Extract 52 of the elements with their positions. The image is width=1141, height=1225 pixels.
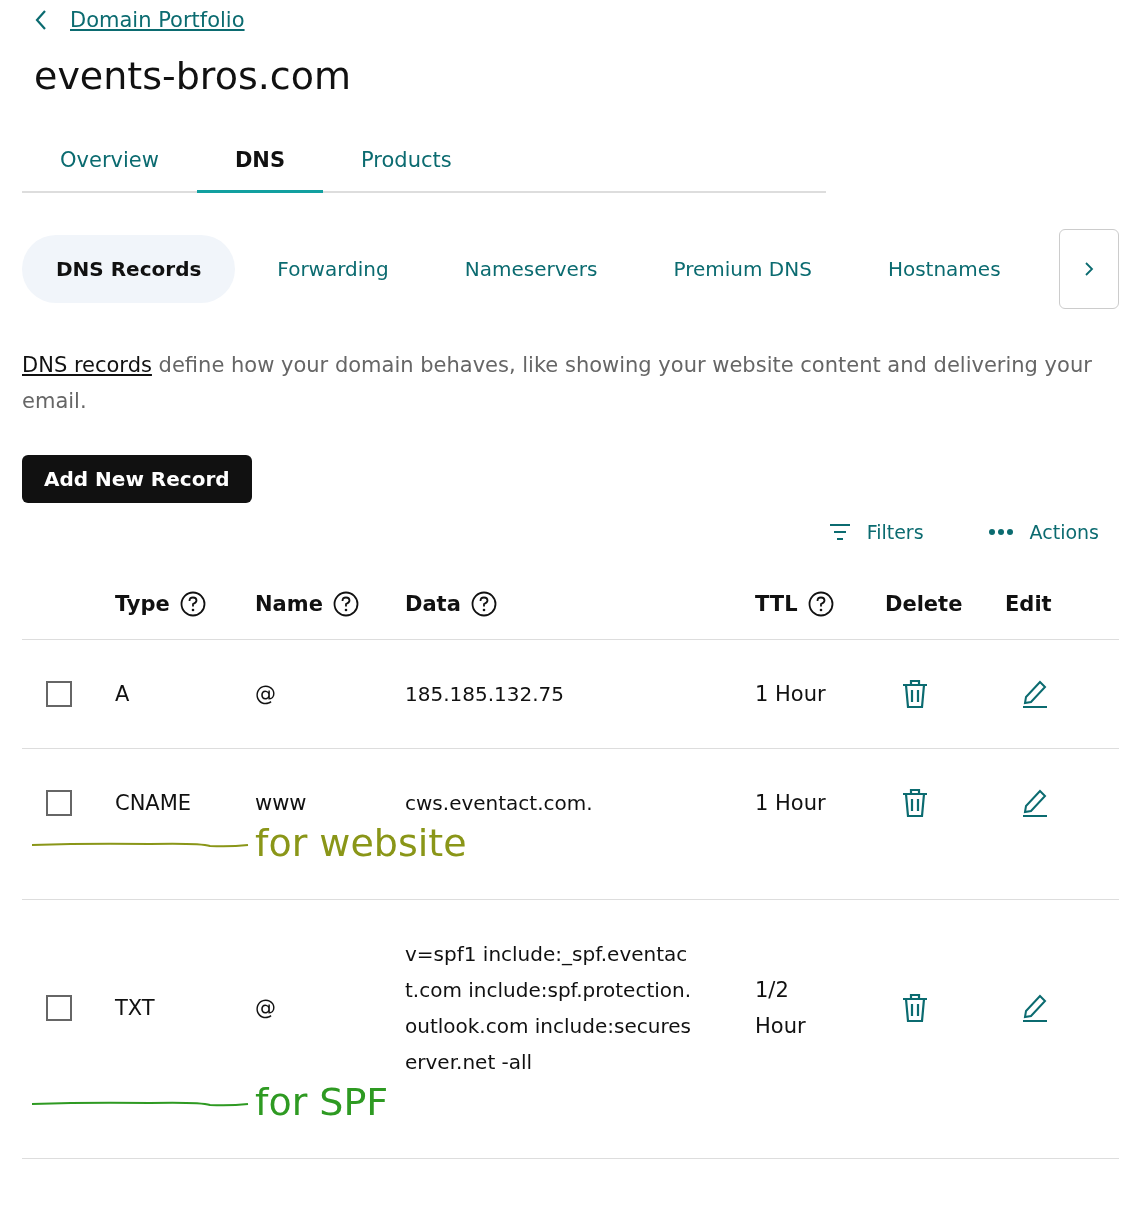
table-cell: @	[255, 996, 276, 1020]
help-icon[interactable]	[179, 591, 206, 617]
subtab[interactable]: Nameservers	[430, 235, 632, 303]
table-cell: TXT	[115, 996, 155, 1020]
trash-icon[interactable]	[901, 993, 929, 1023]
handwritten-note: for SPF	[255, 1082, 390, 1122]
tab[interactable]: DNS	[196, 136, 323, 193]
dns-records-link[interactable]: DNS records	[22, 353, 152, 377]
checkbox[interactable]	[46, 681, 72, 707]
help-icon[interactable]	[332, 591, 359, 617]
column-header: Type	[115, 592, 170, 616]
column-header: Name	[255, 592, 323, 616]
table-cell-text: cws.eventact.com.	[405, 790, 594, 817]
help-icon[interactable]	[470, 591, 497, 617]
pencil-icon[interactable]	[1021, 788, 1049, 818]
column-header: Data	[405, 592, 461, 616]
actions-button[interactable]: Actions	[1029, 521, 1099, 543]
checkbox[interactable]	[46, 790, 72, 816]
column-header: TTL	[755, 592, 798, 616]
trash-icon[interactable]	[901, 679, 929, 709]
table-cell-text: 1 Hour	[755, 790, 827, 817]
pencil-icon[interactable]	[1021, 993, 1049, 1023]
table-cell-text: 1 Hour	[755, 681, 827, 708]
chevron-right-icon	[1083, 261, 1095, 277]
handwritten-note: for website	[255, 823, 468, 863]
subtab[interactable]: Hostnames	[853, 235, 1035, 303]
checkbox[interactable]	[46, 995, 72, 1021]
back-icon[interactable]	[34, 9, 48, 31]
table-cell: www	[255, 791, 307, 815]
table-cell-text: 1/2 Hour	[755, 977, 807, 1040]
table-cell: CNAME	[115, 791, 192, 815]
table-cell: @	[255, 682, 276, 706]
table-cell-text: v=spf1 include:_spf.eventact.com include:spf.protection.outlook.com include:secureserver.net -all	[405, 941, 693, 1076]
table-cell-text: 185.185.132.75	[405, 681, 566, 708]
tab[interactable]: Products	[323, 136, 490, 193]
more-icon[interactable]	[987, 528, 1014, 536]
breadcrumb-link[interactable]: Domain Portfolio	[70, 8, 245, 32]
add-record-button[interactable]: Add New Record	[22, 455, 252, 503]
intro-paragraph: DNS records define how your domain behaves, like showing your website content and delivering your email.	[22, 352, 1093, 415]
help-icon[interactable]	[807, 591, 834, 617]
domain-title: events-bros.com	[34, 54, 352, 98]
tab[interactable]: Overview	[22, 136, 197, 193]
column-header: Edit	[1005, 592, 1052, 616]
pencil-icon[interactable]	[1021, 679, 1049, 709]
trash-icon[interactable]	[901, 788, 929, 818]
filter-icon[interactable]	[828, 523, 851, 541]
table-cell: A	[115, 682, 130, 706]
filters-button[interactable]: Filters	[866, 521, 924, 543]
subtab[interactable]: Premium DNS	[639, 235, 846, 303]
subtab[interactable]: Forwarding	[243, 235, 423, 303]
column-header: Delete	[885, 592, 963, 616]
subtab[interactable]: DNS Records	[22, 235, 236, 303]
